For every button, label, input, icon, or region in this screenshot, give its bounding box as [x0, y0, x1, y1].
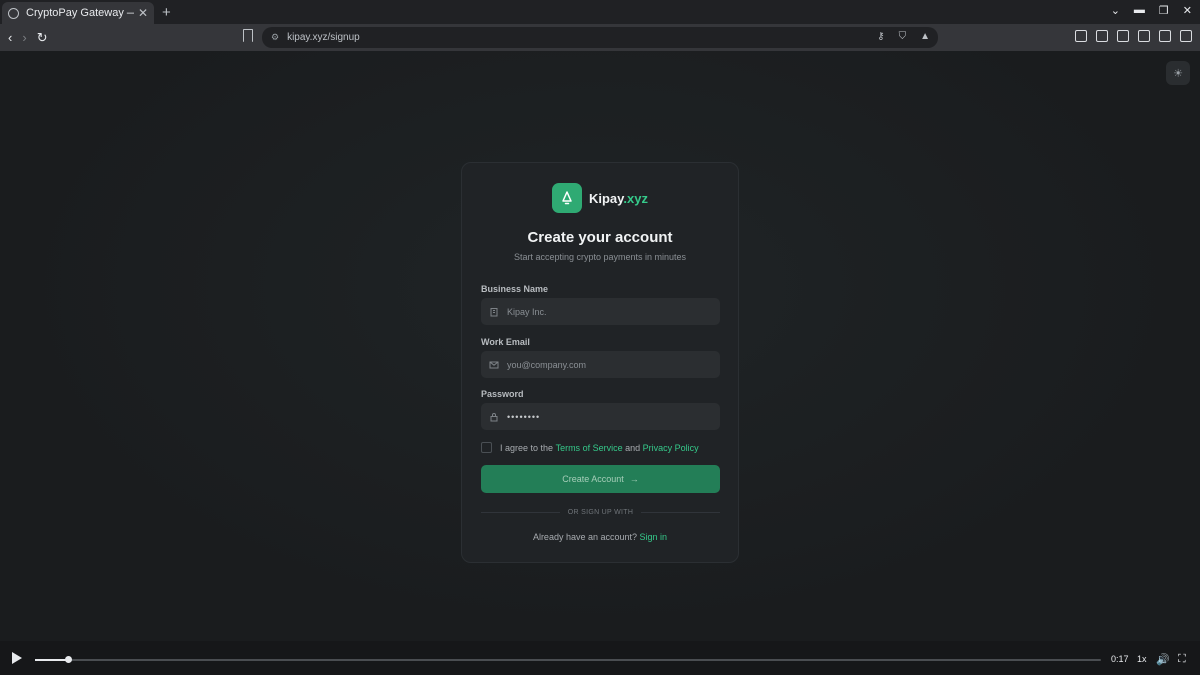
address-bar[interactable]: ⚙ kipay.xyz/signup ⚷ ⛉ ▲ [262, 27, 938, 48]
back-button[interactable]: ‹ [8, 30, 12, 46]
address-bar-actions: ⚷ ⛉ ▲ [877, 31, 930, 42]
seek-bar-fill [35, 659, 69, 661]
play-icon[interactable] [12, 652, 22, 664]
site-settings-icon[interactable]: ⚙ [271, 32, 279, 43]
terms-checkbox[interactable] [481, 442, 492, 453]
menu-icon[interactable] [1180, 30, 1192, 42]
extensions-area [1075, 30, 1192, 42]
signin-prompt: Already have an account? Sign in [462, 532, 738, 542]
agree-prefix: I agree to the [500, 442, 554, 453]
video-player-controls: 0:17 1x 🔊 ⛶ [0, 641, 1200, 675]
arrow-right-icon: → [629, 474, 639, 484]
puzzle-icon[interactable] [1096, 30, 1108, 42]
business-name-field[interactable]: Kipay Inc. [481, 298, 720, 325]
shield-icon[interactable]: ⛉ [899, 31, 907, 42]
privacy-link[interactable]: Privacy Policy [643, 443, 699, 453]
sidebar-icon[interactable] [1117, 30, 1129, 42]
new-tab-button[interactable]: + [162, 4, 171, 21]
sparkle-icon[interactable] [1159, 30, 1171, 42]
work-email-placeholder: you@company.com [507, 359, 587, 370]
playback-speed-button[interactable]: 1x [1137, 654, 1147, 664]
url-text: kipay.xyz/signup [287, 32, 360, 43]
seek-bar[interactable] [35, 656, 1101, 663]
brand-tld: .xyz [623, 190, 648, 206]
sign-in-link[interactable]: Sign in [640, 532, 668, 542]
page-subtitle: Start accepting crypto payments in minut… [513, 252, 687, 262]
tab-title: CryptoPay Gateway — Mi [26, 7, 134, 19]
browser-tab[interactable]: CryptoPay Gateway — Mi ✕ [2, 2, 154, 24]
divider-line-right [641, 511, 720, 513]
divider-line-left [481, 511, 560, 513]
terms-link[interactable]: Terms of Service [556, 443, 623, 453]
key-icon[interactable]: ⚷ [877, 31, 884, 42]
seek-bar-thumb[interactable] [65, 656, 73, 663]
chevron-down-icon[interactable]: ⌄ [1111, 4, 1120, 17]
wallet-icon[interactable] [1138, 30, 1150, 42]
divider: OR SIGN UP WITH [481, 507, 720, 517]
logo: Kipay.xyz [462, 183, 738, 213]
create-account-label: Create Account [562, 474, 624, 484]
extension-icon[interactable] [1075, 30, 1087, 42]
lock-icon [489, 412, 499, 422]
divider-text: OR SIGN UP WITH [567, 508, 634, 516]
globe-icon [8, 7, 19, 19]
signin-prompt-text: Already have an account? [532, 532, 638, 542]
brand-name: Kipay.xyz [589, 191, 648, 206]
business-name-label: Business Name [481, 284, 549, 294]
window-controls: ⌄ ▬ ❐ ✕ [1111, 4, 1192, 17]
fullscreen-exit-icon[interactable]: ⛶ [1178, 653, 1186, 666]
agree-and: and [625, 442, 641, 453]
terms-agreement: I agree to the Terms of Service and Priv… [481, 442, 699, 453]
create-account-button[interactable]: Create Account → [481, 465, 720, 493]
bookmark-icon[interactable] [243, 29, 253, 42]
building-icon [489, 307, 499, 317]
password-field[interactable]: •••••••• [481, 403, 720, 430]
page-title: Create your account [527, 229, 673, 246]
browser-toolbar: ‹ › ↻ ⚙ kipay.xyz/signup ⚷ ⛉ ▲ [0, 24, 1200, 51]
mail-icon [489, 360, 499, 370]
work-email-label: Work Email [481, 337, 530, 347]
volume-icon[interactable]: 🔊 [1156, 653, 1170, 666]
work-email-field[interactable]: you@company.com [481, 351, 720, 378]
close-window-button[interactable]: ✕ [1183, 4, 1192, 17]
reload-button[interactable]: ↻ [37, 30, 48, 46]
nav-buttons: ‹ › ↻ [8, 30, 48, 46]
close-tab-icon[interactable]: ✕ [138, 6, 148, 20]
password-label: Password [481, 389, 524, 399]
triangle-icon[interactable]: ▲ [920, 31, 930, 42]
business-name-placeholder: Kipay Inc. [507, 306, 547, 317]
signup-card: Kipay.xyz Create your account Start acce… [461, 162, 739, 563]
playback-time: 0:17 [1111, 654, 1129, 664]
password-value: •••••••• [507, 411, 541, 422]
tab-bar: CryptoPay Gateway — Mi ✕ + ⌄ ▬ ❐ ✕ [0, 0, 1200, 24]
page-content: ☀ Kipay.xyz Create your account Start ac… [0, 51, 1200, 641]
minimize-button[interactable]: ▬ [1134, 4, 1145, 17]
sun-icon: ☀ [1173, 67, 1183, 80]
restore-button[interactable]: ❐ [1159, 4, 1169, 17]
forward-button[interactable]: › [22, 30, 26, 46]
bell-logo-icon [551, 183, 582, 213]
theme-toggle-button[interactable]: ☀ [1166, 61, 1190, 85]
brand-text: Kipay [588, 190, 624, 206]
